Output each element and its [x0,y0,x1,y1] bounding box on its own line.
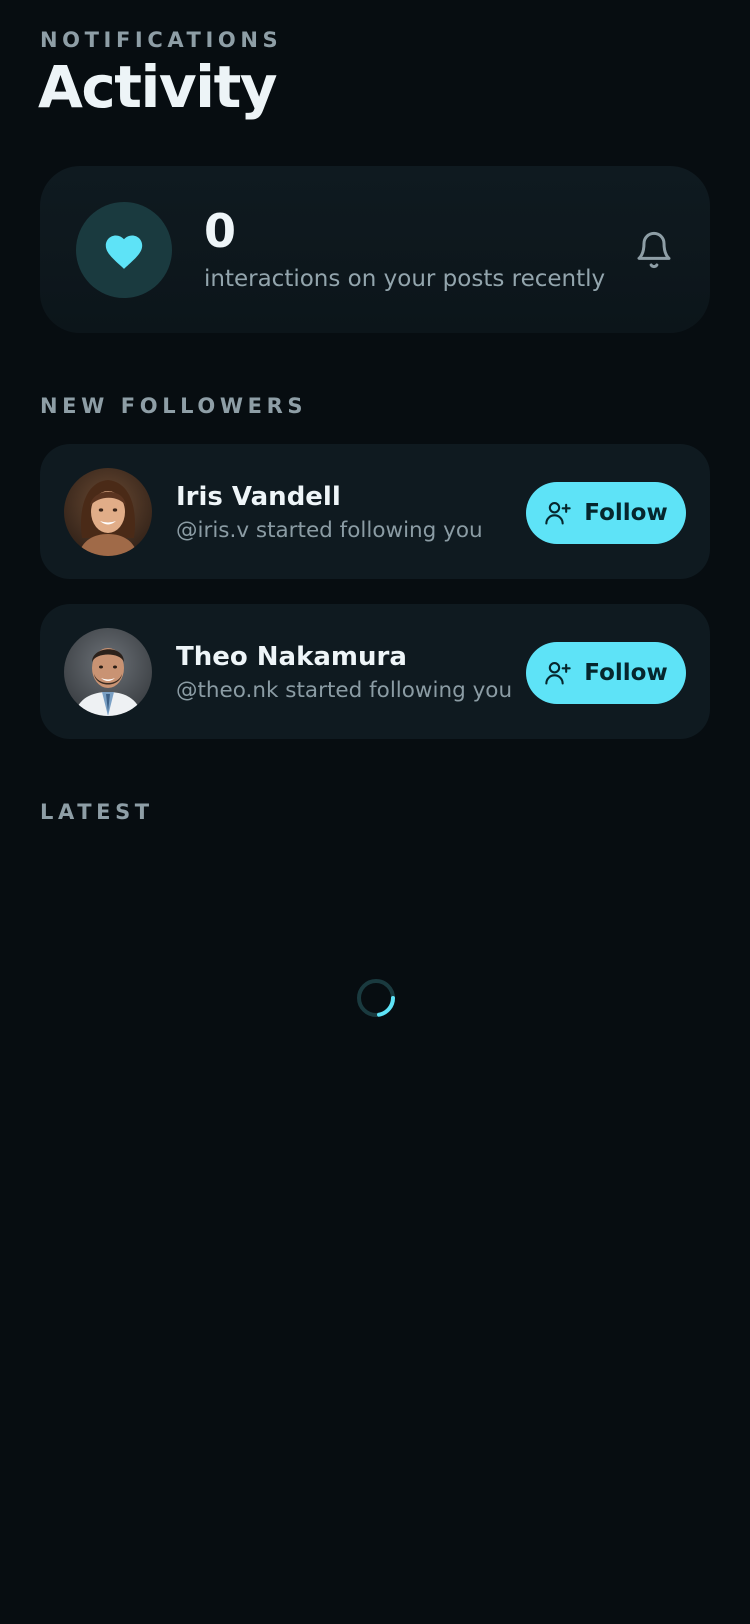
avatar[interactable] [64,628,152,716]
follower-card: Iris Vandell @iris.v started following y… [40,444,710,579]
bell-icon[interactable] [634,228,674,272]
section-heading-latest: LATEST [40,800,154,824]
avatar[interactable] [64,468,152,556]
interaction-description: interactions on your posts recently [204,266,606,292]
spinner-icon [357,979,395,1017]
follower-subtitle: @iris.v started following you [176,518,483,543]
user-plus-icon [545,662,572,685]
follow-button-label: Follow [584,500,668,526]
follow-button[interactable]: Follow [526,642,686,704]
man-avatar [64,628,152,716]
interactions-summary-card: 0 interactions on your posts recently [40,166,710,333]
heart-icon [105,235,143,269]
follow-button[interactable]: Follow [526,482,686,544]
follower-card: Theo Nakamura @theo.nk started following… [40,604,710,739]
heart-badge [76,202,172,298]
interaction-count: 0 [204,204,237,258]
follower-name: Theo Nakamura [176,642,407,672]
follower-subtitle: @theo.nk started following you [176,678,513,703]
page-title: Activity [38,53,278,121]
notifications-eyebrow: NOTIFICATIONS [40,28,283,52]
follower-name: Iris Vandell [176,482,341,512]
woman-avatar [64,468,152,556]
follow-button-label: Follow [584,660,668,686]
user-plus-icon [545,502,572,525]
section-heading-new-followers: NEW FOLLOWERS [40,394,308,418]
